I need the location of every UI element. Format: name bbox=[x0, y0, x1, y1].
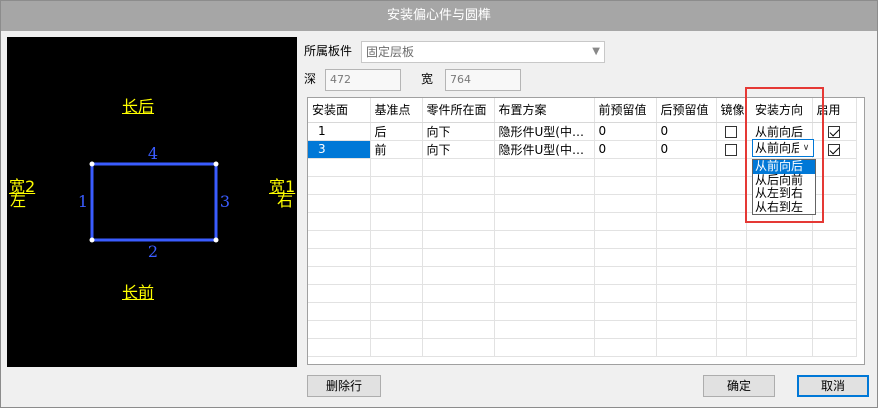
cell-enabled[interactable] bbox=[812, 122, 857, 141]
panel-label: 所属板件 bbox=[304, 44, 353, 58]
mirror-checkbox[interactable] bbox=[725, 125, 737, 138]
cell-part-face[interactable]: 向下 bbox=[422, 122, 495, 141]
dropdown-option[interactable]: 从后向前 bbox=[753, 173, 815, 188]
empty-row bbox=[308, 320, 857, 339]
corner-dot-tl bbox=[89, 161, 95, 167]
depth-field[interactable]: 472 bbox=[325, 69, 401, 91]
panel-select-value: 固定层板 bbox=[366, 45, 415, 59]
col-header-front[interactable]: 前预留值 bbox=[594, 98, 657, 123]
label-left-side: 左 bbox=[10, 191, 27, 210]
preview-panel: 4 2 1 3 长后 长前 宽2 左 宽1 右 bbox=[7, 37, 297, 367]
cell-enabled[interactable] bbox=[812, 140, 857, 159]
edge-number-top: 4 bbox=[148, 144, 158, 163]
corner-dot-tr bbox=[213, 161, 219, 167]
cell-plan[interactable]: 隐形件U型(中… bbox=[494, 122, 595, 141]
dropdown-option[interactable]: 从右到左 bbox=[753, 200, 815, 215]
corner-dot-br bbox=[213, 237, 219, 243]
mirror-checkbox[interactable] bbox=[725, 143, 737, 156]
cell-part-face[interactable]: 向下 bbox=[422, 140, 495, 159]
col-header-enabled[interactable]: 启用 bbox=[812, 98, 857, 123]
enabled-checkbox[interactable] bbox=[828, 143, 840, 156]
label-bottom: 长前 bbox=[122, 283, 155, 302]
col-header-part-face[interactable]: 零件所在面 bbox=[422, 98, 495, 123]
table-row[interactable]: 1 后 向下 隐形件U型(中… 0 0 从前向后 bbox=[308, 122, 857, 141]
label-top: 长后 bbox=[122, 97, 155, 116]
empty-row bbox=[308, 302, 857, 321]
empty-row bbox=[308, 266, 857, 285]
dropdown-option[interactable]: 从左到右 bbox=[753, 186, 815, 201]
cell-face[interactable]: 3 bbox=[308, 140, 371, 159]
width-field[interactable]: 764 bbox=[445, 69, 521, 91]
direction-combo[interactable]: 从前向后 ∨ bbox=[752, 139, 814, 157]
label-right-side: 右 bbox=[277, 191, 294, 210]
table-header: 安装面 基准点 零件所在面 布置方案 前预留值 后预留值 镜像 安装方向 启用 bbox=[308, 98, 857, 123]
cell-back[interactable]: 0 bbox=[656, 140, 717, 159]
col-header-direction[interactable]: 安装方向 bbox=[746, 98, 813, 123]
cell-base[interactable]: 前 bbox=[370, 140, 423, 159]
chevron-down-icon[interactable]: ∨ bbox=[799, 140, 813, 156]
cell-mirror[interactable] bbox=[716, 122, 747, 141]
direction-combo-value: 从前向后 bbox=[755, 141, 804, 155]
col-header-mirror[interactable]: 镜像 bbox=[716, 98, 747, 123]
cell-front[interactable]: 0 bbox=[594, 122, 657, 141]
col-header-base[interactable]: 基准点 bbox=[370, 98, 423, 123]
cell-front[interactable]: 0 bbox=[594, 140, 657, 159]
preview-drawing: 4 2 1 3 bbox=[78, 144, 230, 261]
empty-row bbox=[308, 230, 857, 249]
panel-select[interactable]: 固定层板 ▼ bbox=[361, 41, 605, 63]
cell-back[interactable]: 0 bbox=[656, 122, 717, 141]
empty-row bbox=[308, 284, 857, 303]
direction-dropdown: 从前向后 从后向前 从左到右 从右到左 bbox=[752, 159, 816, 215]
ok-button[interactable]: 确定 bbox=[703, 375, 775, 397]
chevron-down-icon: ▼ bbox=[592, 46, 600, 57]
cancel-button[interactable]: 取消 bbox=[797, 375, 869, 397]
cell-direction[interactable]: 从前向后 bbox=[746, 122, 813, 141]
edge-number-right: 3 bbox=[220, 192, 230, 211]
cell-plan[interactable]: 隐形件U型(中… bbox=[494, 140, 595, 159]
width-label: 宽 bbox=[421, 72, 434, 86]
enabled-checkbox[interactable] bbox=[828, 125, 840, 138]
cell-face[interactable]: 1 bbox=[308, 122, 371, 141]
edge-number-left: 1 bbox=[78, 192, 88, 211]
window-title: 安装偏心件与圆榫 bbox=[1, 1, 877, 31]
col-header-face[interactable]: 安装面 bbox=[308, 98, 371, 123]
empty-row bbox=[308, 248, 857, 267]
install-table: 安装面 基准点 零件所在面 布置方案 前预留值 后预留值 镜像 安装方向 启用 … bbox=[307, 97, 865, 365]
dropdown-option[interactable]: 从前向后 bbox=[753, 159, 815, 174]
delete-row-button[interactable]: 删除行 bbox=[307, 375, 381, 397]
board-rect bbox=[90, 162, 218, 242]
dialog-window: 安装偏心件与圆榫 4 2 1 3 长后 长前 宽2 左 宽1 右 所属板件 固定… bbox=[0, 0, 878, 408]
cell-base[interactable]: 后 bbox=[370, 122, 423, 141]
col-header-back[interactable]: 后预留值 bbox=[656, 98, 717, 123]
empty-row bbox=[308, 338, 857, 357]
depth-label: 深 bbox=[304, 72, 317, 86]
corner-dot-bl bbox=[89, 237, 95, 243]
edge-number-bottom: 2 bbox=[148, 242, 158, 261]
col-header-plan[interactable]: 布置方案 bbox=[494, 98, 595, 123]
cell-mirror[interactable] bbox=[716, 140, 747, 159]
